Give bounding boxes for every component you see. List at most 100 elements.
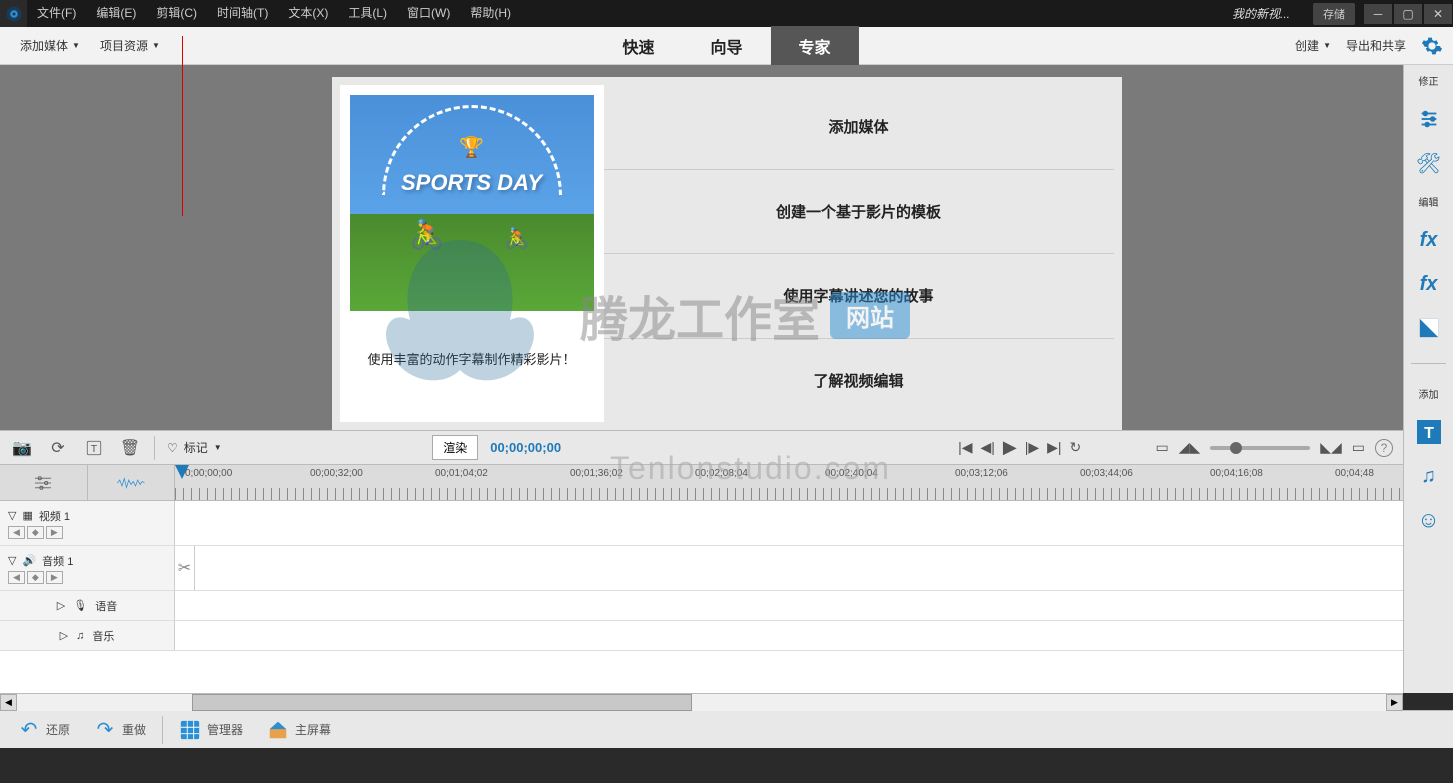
zoom-in-button[interactable]: ◣◢ — [1320, 439, 1342, 456]
render-button[interactable]: 渲染 — [432, 435, 478, 460]
track-head-music[interactable]: ▷ ♫ 音乐 — [0, 621, 175, 650]
delete-button[interactable]: 🗑 — [118, 436, 142, 460]
goto-start-button[interactable]: |◀ — [958, 439, 972, 456]
track-body-music[interactable] — [175, 621, 1403, 650]
time-ruler[interactable]: 0;00;00;00 00;00;32;00 00;01;04;02 00;01… — [175, 465, 1403, 500]
menu-text[interactable]: 文本(X) — [278, 0, 338, 27]
tab-expert[interactable]: 专家 — [771, 26, 859, 66]
panel-graphics[interactable]: ☺ — [1416, 507, 1442, 533]
tools-icon: 🛠 — [1416, 150, 1442, 176]
maximize-button[interactable]: ▢ — [1394, 4, 1422, 24]
track-body-video1[interactable] — [175, 501, 1403, 545]
mic-icon: 🎙 — [73, 599, 87, 612]
menu-tools[interactable]: 工具(L) — [338, 0, 397, 27]
ruler-tick: 00;01;36;02 — [570, 468, 623, 479]
track-next-button[interactable]: ▶ — [46, 526, 63, 539]
track-audio1: ▽ 🔊 音频 1 ◀◆▶ ✂ — [0, 546, 1403, 591]
track-body-voice[interactable] — [175, 591, 1403, 620]
scissors-icon[interactable]: ✂ — [175, 546, 195, 590]
project-assets-dropdown[interactable]: 项目资源▼ — [90, 37, 170, 54]
panel-edit[interactable]: 编辑 — [1419, 194, 1439, 209]
track-body-audio1[interactable] — [195, 546, 1403, 590]
app-icon — [0, 0, 27, 27]
scroll-thumb[interactable] — [192, 694, 692, 711]
track-head-voice[interactable]: ▷ 🎙 语音 — [0, 591, 175, 620]
track-next-button[interactable]: ▶ — [46, 571, 63, 584]
panel-fx-draw[interactable]: fx — [1416, 227, 1442, 253]
rotate-button[interactable]: ⟳ — [46, 436, 70, 460]
menu-timeline[interactable]: 时间轴(T) — [207, 0, 278, 27]
thumbnail-image: 🏆 SPORTS DAY 🚴 🚴 — [350, 95, 594, 311]
track-dot-button[interactable]: ◆ — [27, 526, 44, 539]
track-prev-button[interactable]: ◀ — [8, 526, 25, 539]
timecode-display[interactable]: 00;00;00;00 — [490, 440, 561, 455]
step-forward-button[interactable]: |▶ — [1025, 439, 1039, 456]
panel-add[interactable]: 添加 — [1419, 386, 1439, 401]
play-button[interactable]: ▶ — [1003, 437, 1017, 458]
menu-edit[interactable]: 编辑(E) — [86, 0, 146, 27]
panel-titles[interactable]: T — [1416, 419, 1442, 445]
step-back-button[interactable]: ◀| — [980, 439, 994, 456]
option-subtitle-story[interactable]: 使用字幕讲述您的故事 — [604, 254, 1114, 339]
snapshot-button[interactable]: 📷 — [10, 436, 34, 460]
undo-button[interactable]: ↶还原 — [10, 715, 78, 745]
panel-correct[interactable]: 修正 — [1419, 73, 1439, 88]
track-head-audio1[interactable]: ▽ 🔊 音频 1 ◀◆▶ — [0, 546, 175, 590]
save-button[interactable]: 存储 — [1313, 3, 1355, 25]
loop-button[interactable]: ↻ — [1070, 439, 1082, 456]
redo-button[interactable]: ↷重做 — [86, 715, 154, 745]
minimize-button[interactable]: ─ — [1364, 4, 1392, 24]
option-add-media[interactable]: 添加媒体 — [604, 85, 1114, 170]
audio-view-button[interactable] — [88, 465, 176, 500]
panel-color[interactable] — [1416, 315, 1442, 341]
create-dropdown[interactable]: 创建▼ — [1295, 37, 1331, 54]
text-button[interactable]: T — [82, 436, 106, 460]
smiley-icon: ☺ — [1416, 507, 1442, 533]
timeline-options-button[interactable] — [0, 465, 88, 500]
option-create-template[interactable]: 创建一个基于影片的模板 — [604, 170, 1114, 255]
main-toolbar: 添加媒体▼ 项目资源▼ 快速 向导 专家 创建▼ 导出和共享 — [0, 27, 1453, 65]
marker-dropdown[interactable]: ♡ 标记 ▼ — [167, 439, 222, 456]
track-dot-button[interactable]: ◆ — [27, 571, 44, 584]
zoom-out-button[interactable]: ◢◣ — [1179, 439, 1201, 456]
timeline-panel: 0;00;00;00 00;00;32;00 00;01;04;02 00;01… — [0, 465, 1403, 693]
title-bar: 文件(F) 编辑(E) 剪辑(C) 时间轴(T) 文本(X) 工具(L) 窗口(… — [0, 0, 1453, 27]
tab-quick[interactable]: 快速 — [594, 26, 682, 66]
close-button[interactable]: ✕ — [1424, 4, 1452, 24]
option-learn-editing[interactable]: 了解视频编辑 — [604, 339, 1114, 423]
svg-text:T: T — [91, 442, 98, 454]
welcome-panel: 🏆 SPORTS DAY 🚴 🚴 使用丰富的动作字幕制作精彩影片！ 添加媒体 创… — [332, 77, 1122, 430]
safe-margin-button[interactable]: ▭ — [1155, 439, 1168, 456]
menu-help[interactable]: 帮助(H) — [460, 0, 521, 27]
help-button[interactable]: ? — [1375, 439, 1393, 457]
settings-icon[interactable] — [1421, 35, 1443, 57]
scroll-right-button[interactable]: ▶ — [1386, 694, 1403, 711]
track-head-video1[interactable]: ▽ ▦ 视频 1 ◀◆▶ — [0, 501, 175, 545]
grid-icon — [179, 719, 201, 741]
goto-end-button[interactable]: ▶| — [1047, 439, 1061, 456]
panel-fx[interactable]: fx — [1416, 271, 1442, 297]
fx-draw-icon: fx — [1416, 227, 1442, 253]
bottom-bar: ↶还原 ↷重做 管理器 主屏幕 — [0, 710, 1453, 748]
welcome-thumbnail: 🏆 SPORTS DAY 🚴 🚴 使用丰富的动作字幕制作精彩影片！ — [340, 85, 604, 422]
ruler-tick: 00;03;44;06 — [1080, 468, 1133, 479]
scroll-track[interactable] — [17, 694, 1386, 711]
tab-guided[interactable]: 向导 — [682, 26, 770, 66]
menu-window[interactable]: 窗口(W) — [397, 0, 460, 27]
fullscreen-button[interactable]: ▭ — [1352, 439, 1365, 456]
zoom-slider[interactable] — [1210, 446, 1310, 450]
export-share-button[interactable]: 导出和共享 — [1346, 37, 1406, 54]
menu-clip[interactable]: 剪辑(C) — [146, 0, 207, 27]
panel-adjust[interactable] — [1416, 106, 1442, 132]
add-media-dropdown[interactable]: 添加媒体▼ — [10, 37, 90, 54]
panel-audio[interactable]: ♫ — [1416, 463, 1442, 489]
scroll-left-button[interactable]: ◀ — [0, 694, 17, 711]
svg-text:T: T — [1424, 425, 1434, 442]
track-prev-button[interactable]: ◀ — [8, 571, 25, 584]
menu-file[interactable]: 文件(F) — [27, 0, 86, 27]
panel-tools[interactable]: 🛠 — [1416, 150, 1442, 176]
organizer-button[interactable]: 管理器 — [171, 715, 251, 745]
home-button[interactable]: 主屏幕 — [259, 715, 339, 745]
timeline-toolbar: 📷 ⟳ T 🗑 ♡ 标记 ▼ 渲染 00;00;00;00 |◀ ◀| ▶ |▶… — [0, 430, 1403, 465]
timeline-ruler: 0;00;00;00 00;00;32;00 00;01;04;02 00;01… — [0, 465, 1403, 501]
